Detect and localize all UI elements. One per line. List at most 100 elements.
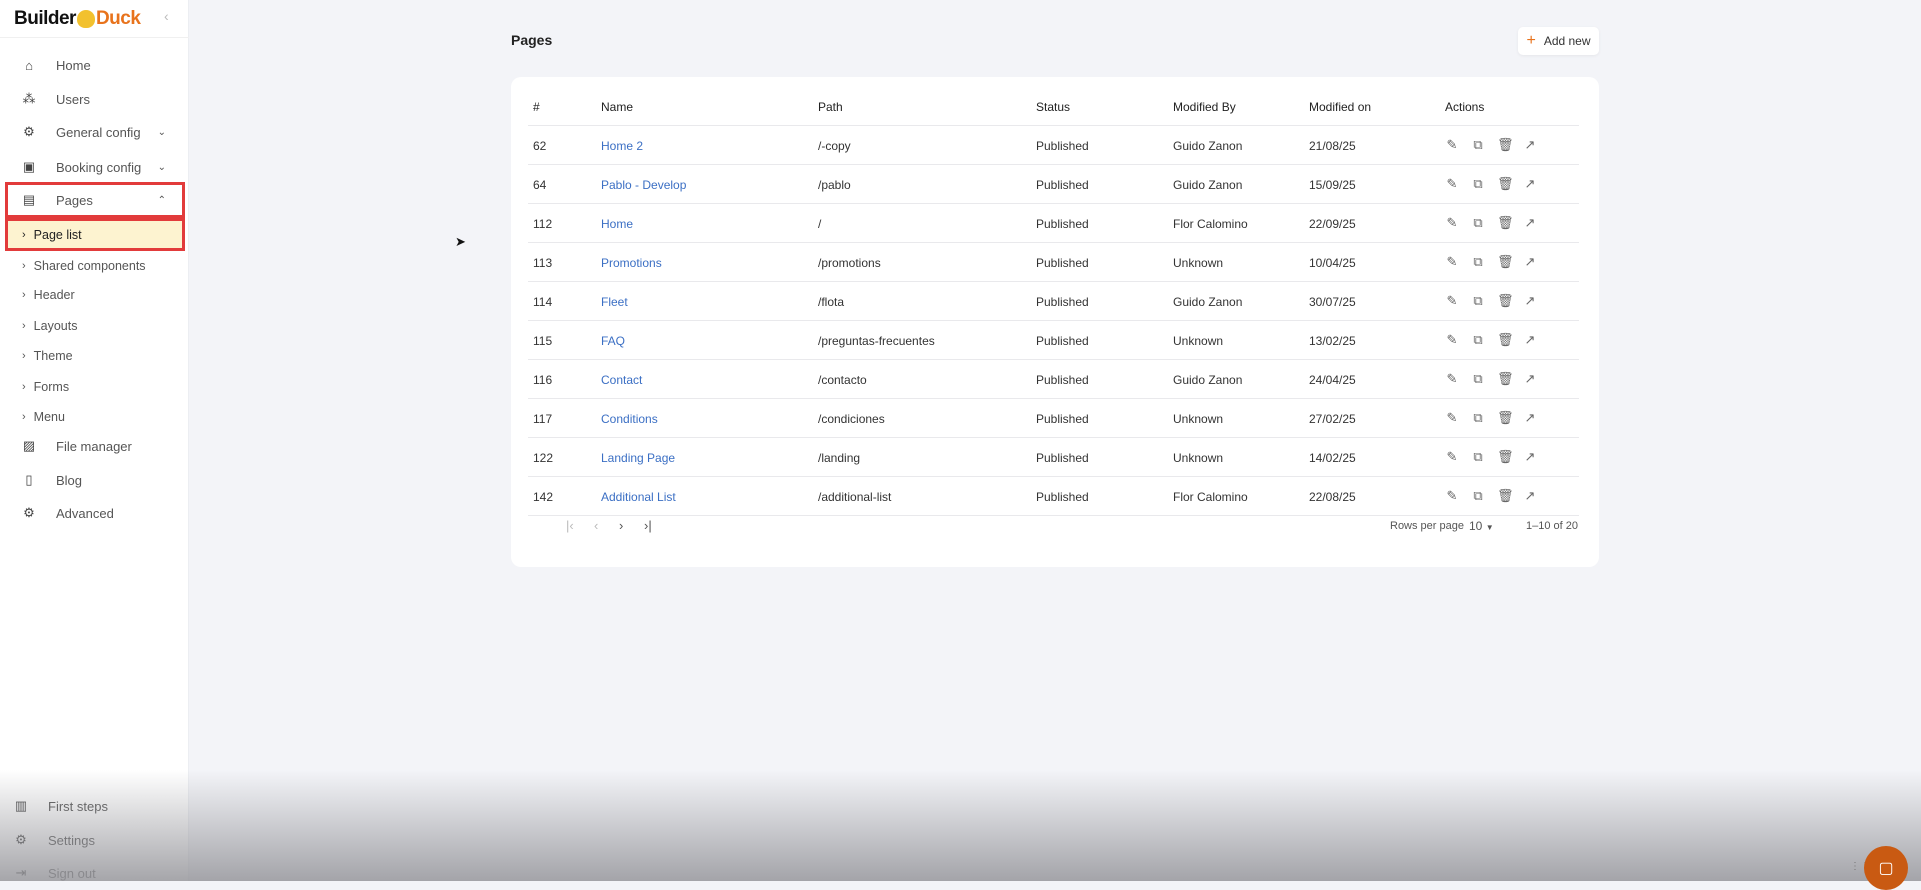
sidebar-item-pages[interactable]: ▤Pages⌃ <box>8 185 182 215</box>
sidebar-subitem-page-list[interactable]: ›Page list <box>8 221 182 248</box>
page-name-link[interactable]: Landing Page <box>601 451 675 465</box>
sidebar-item-general-config[interactable]: ⚙General config⌄ <box>8 117 182 147</box>
edit-icon[interactable]: ✎ <box>1445 410 1459 426</box>
column-header[interactable]: Status <box>1036 100 1070 114</box>
page-path: /-copy <box>818 139 851 153</box>
copy-icon[interactable]: ⧉ <box>1471 371 1485 387</box>
delete-icon[interactable]: 🗑︎ <box>1497 176 1511 192</box>
page-name-link[interactable]: Conditions <box>601 412 658 426</box>
open-external-icon[interactable]: ↗ <box>1523 410 1537 426</box>
page-name-link[interactable]: Contact <box>601 373 642 387</box>
sidebar-item-file-manager[interactable]: ▨File manager <box>8 431 182 461</box>
page-name-link[interactable]: Home <box>601 217 633 231</box>
sidebar-item-label: Advanced <box>56 506 114 521</box>
delete-icon[interactable]: 🗑︎ <box>1497 488 1511 504</box>
page-status: Published <box>1036 217 1089 231</box>
column-header[interactable]: # <box>533 100 540 114</box>
open-external-icon[interactable]: ↗ <box>1523 176 1537 192</box>
page-name-link[interactable]: Pablo - Develop <box>601 178 686 192</box>
modified-on: 30/07/25 <box>1309 295 1356 309</box>
page-name-link[interactable]: Fleet <box>601 295 628 309</box>
edit-icon[interactable]: ✎ <box>1445 449 1459 465</box>
table-row: 114Fleet/flotaPublishedGuido Zanon30/07/… <box>528 282 1579 321</box>
chevron-right-icon: › <box>22 381 26 393</box>
sidebar-subitem-layouts[interactable]: ›Layouts <box>8 312 182 339</box>
prev-page-button[interactable]: ‹ <box>594 518 598 533</box>
sidebar-subitem-header[interactable]: ›Header <box>8 281 182 308</box>
edit-icon[interactable]: ✎ <box>1445 254 1459 270</box>
copy-icon[interactable]: ⧉ <box>1471 332 1485 348</box>
open-external-icon[interactable]: ↗ <box>1523 371 1537 387</box>
edit-icon[interactable]: ✎ <box>1445 176 1459 192</box>
calendar-icon: ▣ <box>20 159 38 175</box>
page-name-link[interactable]: Home 2 <box>601 139 643 153</box>
copy-icon[interactable]: ⧉ <box>1471 215 1485 231</box>
next-page-button[interactable]: › <box>619 518 623 533</box>
open-external-icon[interactable]: ↗ <box>1523 293 1537 309</box>
page-name-link[interactable]: Additional List <box>601 490 676 504</box>
copy-icon[interactable]: ⧉ <box>1471 488 1485 504</box>
collapse-sidebar-icon[interactable]: ‹ <box>164 8 169 24</box>
open-external-icon[interactable]: ↗ <box>1523 449 1537 465</box>
open-external-icon[interactable]: ↗ <box>1523 254 1537 270</box>
copy-icon[interactable]: ⧉ <box>1471 137 1485 153</box>
modified-by: Guido Zanon <box>1173 139 1242 153</box>
page-id: 112 <box>533 217 552 231</box>
last-page-button[interactable]: ›| <box>644 518 652 533</box>
logo-text-1: Builder <box>14 8 76 30</box>
open-external-icon[interactable]: ↗ <box>1523 332 1537 348</box>
sidebar-subitem-theme[interactable]: ›Theme <box>8 342 182 369</box>
copy-icon[interactable]: ⧉ <box>1471 449 1485 465</box>
column-header[interactable]: Name <box>601 100 633 114</box>
edit-icon[interactable]: ✎ <box>1445 332 1459 348</box>
sidebar-subitem-forms[interactable]: ›Forms <box>8 373 182 400</box>
edit-icon[interactable]: ✎ <box>1445 215 1459 231</box>
sidebar-item-booking-config[interactable]: ▣Booking config⌄ <box>8 152 182 182</box>
edit-icon[interactable]: ✎ <box>1445 488 1459 504</box>
copy-icon[interactable]: ⧉ <box>1471 410 1485 426</box>
edit-icon[interactable]: ✎ <box>1445 293 1459 309</box>
rows-per-page-select[interactable]: 10 ▼ <box>1469 519 1494 533</box>
delete-icon[interactable]: 🗑︎ <box>1497 410 1511 426</box>
sidebar-subitem-shared-components[interactable]: ›Shared components <box>8 252 182 279</box>
page-status: Published <box>1036 490 1089 504</box>
copy-icon[interactable]: ⧉ <box>1471 176 1485 192</box>
sidebar-item-advanced[interactable]: ⚙Advanced <box>8 498 182 528</box>
column-header[interactable]: Path <box>818 100 843 114</box>
sidebar-item-first-steps[interactable]: ▥First steps <box>0 791 174 821</box>
first-page-button[interactable]: |‹ <box>566 518 574 533</box>
delete-icon[interactable]: 🗑︎ <box>1497 449 1511 465</box>
edit-icon[interactable]: ✎ <box>1445 371 1459 387</box>
page-id: 122 <box>533 451 553 465</box>
gear-icon: ⚙ <box>12 832 30 848</box>
delete-icon[interactable]: 🗑︎ <box>1497 254 1511 270</box>
delete-icon[interactable]: 🗑︎ <box>1497 371 1511 387</box>
chevron-right-icon: › <box>22 260 26 272</box>
edit-icon[interactable]: ✎ <box>1445 137 1459 153</box>
delete-icon[interactable]: 🗑︎ <box>1497 332 1511 348</box>
sidebar-item-users[interactable]: ⁂Users <box>8 84 182 114</box>
chat-button[interactable]: ▢ <box>1864 846 1908 890</box>
divider <box>0 37 189 38</box>
column-header[interactable]: Modified By <box>1173 100 1236 114</box>
delete-icon[interactable]: 🗑︎ <box>1497 215 1511 231</box>
page-name-link[interactable]: Promotions <box>601 256 662 270</box>
page-name-link[interactable]: FAQ <box>601 334 625 348</box>
column-header[interactable]: Modified on <box>1309 100 1371 114</box>
brand-logo[interactable]: BuilderDuck <box>14 4 140 34</box>
sign-out-icon: ⇥ <box>12 865 30 881</box>
sidebar-item-blog[interactable]: ▯Blog <box>8 465 182 495</box>
delete-icon[interactable]: 🗑︎ <box>1497 137 1511 153</box>
copy-icon[interactable]: ⧉ <box>1471 254 1485 270</box>
sidebar-subitem-menu[interactable]: ›Menu <box>8 403 182 430</box>
open-external-icon[interactable]: ↗ <box>1523 488 1537 504</box>
open-external-icon[interactable]: ↗ <box>1523 137 1537 153</box>
sidebar-item-sign-out[interactable]: ⇥Sign out <box>0 858 174 888</box>
sidebar-item-settings[interactable]: ⚙Settings <box>0 825 174 855</box>
add-new-button[interactable]: +Add new <box>1518 27 1599 55</box>
copy-icon[interactable]: ⧉ <box>1471 293 1485 309</box>
open-external-icon[interactable]: ↗ <box>1523 215 1537 231</box>
delete-icon[interactable]: 🗑︎ <box>1497 293 1511 309</box>
plus-icon: + <box>1526 32 1535 50</box>
sidebar-item-home[interactable]: ⌂Home <box>8 50 182 80</box>
